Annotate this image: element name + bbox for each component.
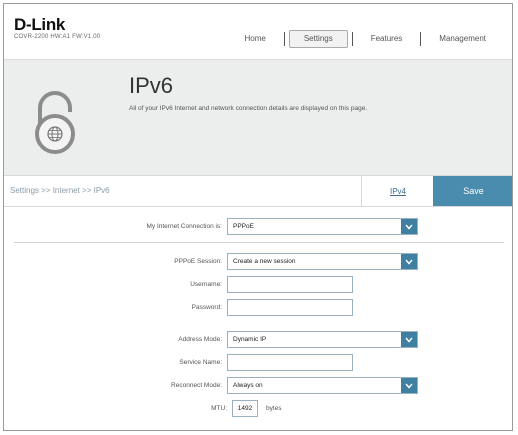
- brand: D-Link COVR-2200 HW:A1 FW:V1.00: [14, 16, 100, 40]
- save-button[interactable]: Save: [433, 176, 512, 206]
- connection-type-value: PPPoE: [233, 223, 254, 230]
- nav-settings[interactable]: Settings: [288, 30, 348, 48]
- breadcrumb-bar: Settings >> Internet >> IPv6 IPv4 Save: [4, 175, 512, 207]
- pppoe-session-label: PPPoE Session:: [174, 258, 222, 265]
- pppoe-session-row: PPPoE Session: Create a new session: [4, 253, 512, 271]
- pppoe-session-value: Create a new session: [233, 258, 296, 265]
- chevron-down-icon[interactable]: [401, 254, 417, 269]
- connection-label: My Internet Connection is:: [146, 223, 222, 230]
- service-name-label: Service Name:: [179, 359, 222, 366]
- pppoe-session-select[interactable]: Create a new session: [227, 253, 418, 270]
- username-row: Username:: [4, 276, 512, 294]
- nav-features[interactable]: Features: [353, 32, 421, 46]
- header: D-Link COVR-2200 HW:A1 FW:V1.00 Home Set…: [4, 4, 512, 52]
- password-input[interactable]: [227, 299, 353, 316]
- mtu-input[interactable]: 1492: [232, 400, 258, 417]
- top-nav: Home Settings Features Management: [226, 30, 504, 48]
- chevron-down-icon[interactable]: [401, 332, 417, 347]
- chevron-down-icon[interactable]: [401, 378, 417, 393]
- reconnect-mode-value: Always on: [233, 382, 263, 389]
- connection-row: My Internet Connection is: PPPoE: [4, 218, 512, 236]
- nav-divider: [283, 32, 285, 46]
- address-mode-value: Dynamic IP: [233, 336, 267, 343]
- username-label: Username:: [190, 281, 222, 288]
- connection-type-select[interactable]: PPPoE: [227, 218, 418, 235]
- address-mode-row: Address Mode: Dynamic IP: [4, 331, 512, 349]
- password-row: Password:: [4, 299, 512, 317]
- reconnect-mode-row: Reconnect Mode: Always on: [4, 377, 512, 395]
- service-name-input[interactable]: [227, 354, 353, 371]
- address-mode-select[interactable]: Dynamic IP: [227, 331, 418, 348]
- section-divider: [14, 242, 504, 243]
- service-name-row: Service Name:: [4, 354, 512, 372]
- chevron-down-icon[interactable]: [401, 219, 417, 234]
- ipv4-link[interactable]: IPv4: [361, 176, 434, 206]
- username-input[interactable]: [227, 276, 353, 293]
- address-mode-label: Address Mode:: [178, 336, 222, 343]
- nav-management[interactable]: Management: [421, 32, 504, 46]
- mtu-label: MTU:: [211, 405, 227, 412]
- page-banner: IPv6 All of your IPv6 Internet and netwo…: [4, 59, 512, 176]
- page-title: IPv6: [129, 73, 174, 98]
- dlink-logo: D-Link: [14, 15, 66, 34]
- password-label: Password:: [191, 304, 222, 311]
- reconnect-mode-select[interactable]: Always on: [227, 377, 418, 394]
- reconnect-mode-label: Reconnect Mode:: [171, 382, 222, 389]
- unlock-globe-icon: [34, 90, 80, 161]
- mtu-row: MTU: 1492 bytes: [4, 400, 512, 418]
- router-admin-window: D-Link COVR-2200 HW:A1 FW:V1.00 Home Set…: [3, 3, 513, 431]
- nav-home[interactable]: Home: [226, 32, 283, 46]
- breadcrumb: Settings >> Internet >> IPv6: [10, 186, 110, 195]
- mtu-unit: bytes: [266, 405, 282, 412]
- page-description: All of your IPv6 Internet and network co…: [129, 105, 368, 112]
- model-info: COVR-2200 HW:A1 FW:V1.00: [14, 34, 101, 40]
